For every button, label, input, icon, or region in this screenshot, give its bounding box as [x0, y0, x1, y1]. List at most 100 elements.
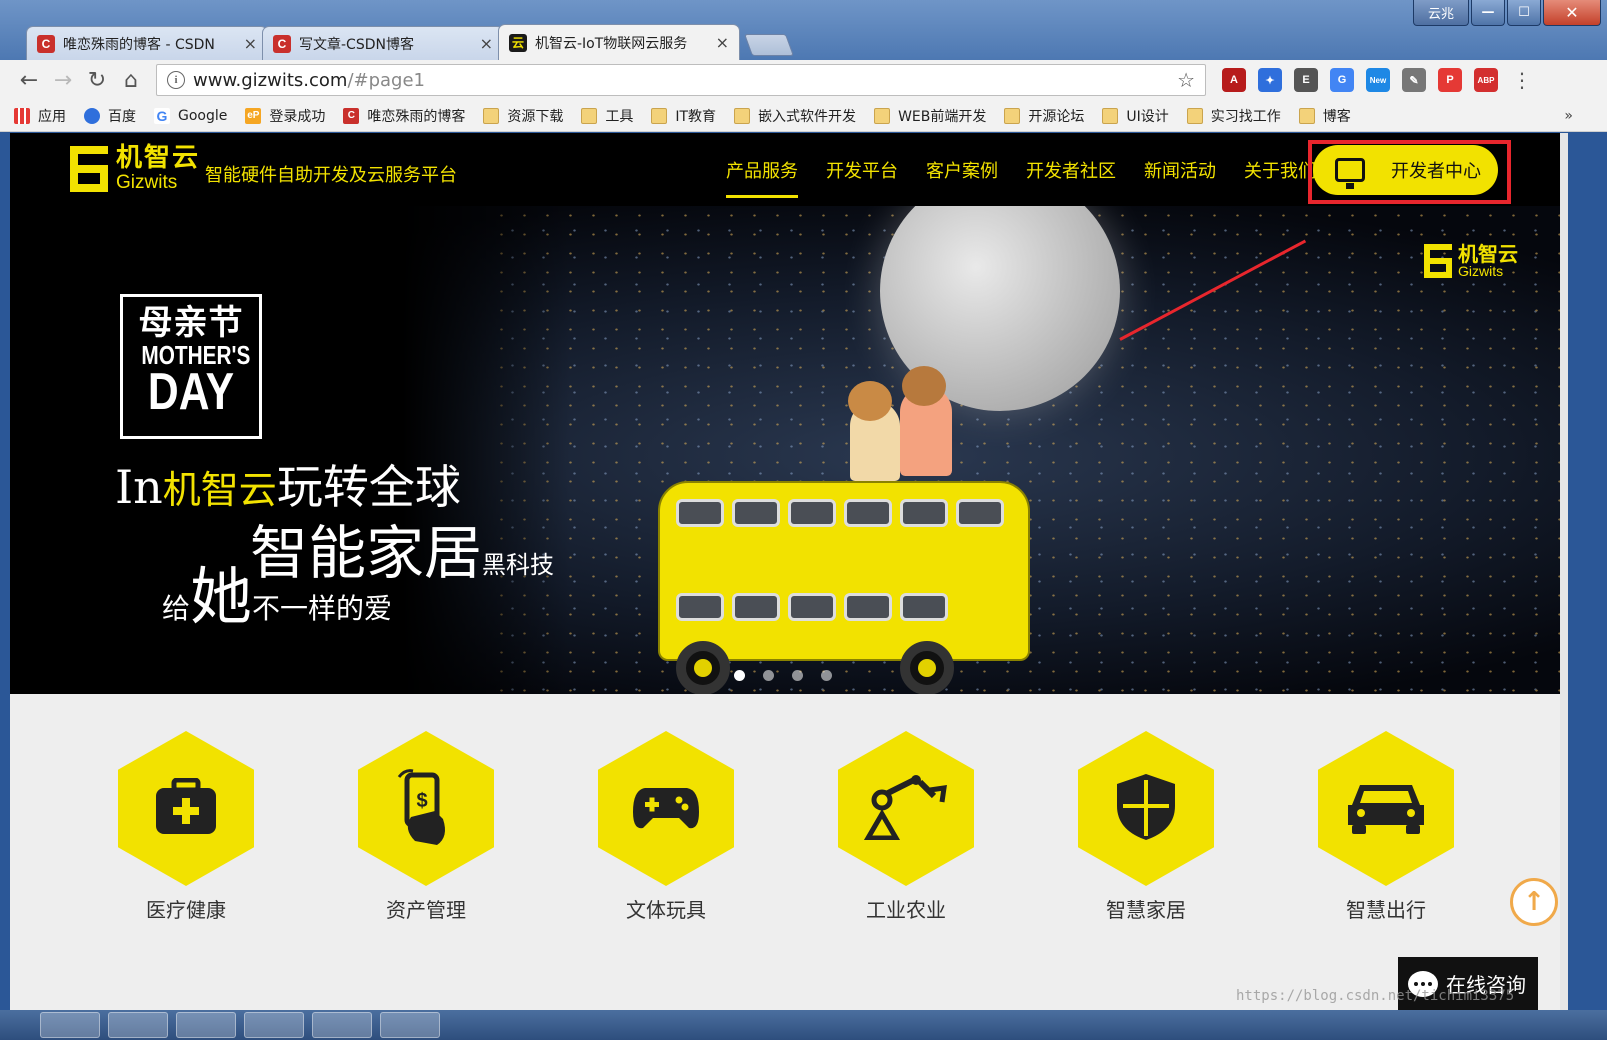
translate-icon[interactable]: G: [1330, 68, 1354, 92]
main-nav: 产品服务 开发平台 客户案例 开发者社区 新闻活动 关于我们: [726, 157, 1344, 201]
gizwits-logo[interactable]: 机智云 Gizwits: [70, 145, 200, 192]
folder-icon: [1102, 107, 1119, 124]
tab-title: 唯恋殊雨的博客 - CSDN: [63, 36, 215, 53]
back-to-top-button[interactable]: ↑: [1510, 878, 1558, 926]
gamepad-icon: [631, 782, 701, 836]
pdf-extension-icon[interactable]: A: [1222, 68, 1246, 92]
tab-csdn-blog[interactable]: C 唯恋殊雨的博客 - CSDN ×: [26, 26, 268, 60]
industry-hexagon[interactable]: [118, 731, 254, 886]
bookmark-item[interactable]: 开源论坛: [1004, 106, 1084, 126]
logo-en-text: Gizwits: [116, 172, 178, 193]
industry-hexagon[interactable]: [1318, 731, 1454, 886]
taskbar-item[interactable]: [108, 1012, 168, 1038]
bookmark-star-icon[interactable]: ☆: [1177, 68, 1195, 92]
tab-close-icon[interactable]: ×: [244, 34, 257, 53]
os-taskbar: [0, 1010, 1607, 1040]
taskbar-item[interactable]: [312, 1012, 372, 1038]
bookmark-item[interactable]: eP 登录成功: [245, 106, 325, 126]
nav-dev-platform[interactable]: 开发平台: [826, 157, 898, 201]
new-tab-button[interactable]: [743, 34, 795, 56]
nav-community[interactable]: 开发者社区: [1026, 157, 1116, 201]
apps-icon: [14, 107, 30, 124]
pocket-icon[interactable]: P: [1438, 68, 1462, 92]
industry-label: 文体玩具: [626, 898, 706, 922]
bookmark-label: IT教育: [675, 108, 717, 125]
nav-news[interactable]: 新闻活动: [1144, 157, 1216, 201]
bookmark-item[interactable]: 嵌入式软件开发: [734, 106, 856, 126]
industry-label: 工业农业: [866, 898, 946, 922]
taskbar-item[interactable]: [40, 1012, 100, 1038]
nav-about[interactable]: 关于我们: [1244, 157, 1316, 201]
site-info-icon[interactable]: i: [167, 71, 185, 89]
bookmark-item[interactable]: 博客: [1298, 106, 1351, 126]
eyedropper-icon[interactable]: ✎: [1402, 68, 1426, 92]
address-bar[interactable]: i www.gizwits.com /#page1 ☆: [156, 64, 1206, 96]
tab-gizwits[interactable]: 云 机智云-IoT物联网云服务 ×: [498, 24, 740, 60]
carousel-dot[interactable]: [734, 670, 745, 681]
bookmark-label: Google: [178, 107, 228, 124]
bookmark-item[interactable]: 工具: [581, 106, 633, 126]
industry-label: 医疗健康: [146, 898, 226, 922]
adblock-plus-icon[interactable]: ABP: [1474, 68, 1498, 92]
minimize-button[interactable]: —: [1471, 0, 1505, 26]
baidu-paw-icon[interactable]: ✦: [1258, 68, 1282, 92]
industry-item[interactable]: 工业农业: [838, 731, 974, 923]
bookmark-item[interactable]: 百度: [84, 106, 136, 126]
forward-button[interactable]: →: [46, 65, 80, 95]
page-scrollbar[interactable]: [1560, 133, 1568, 1010]
industry-label: 资产管理: [386, 898, 466, 922]
car-icon: [1346, 779, 1426, 839]
carousel-dots: [734, 670, 832, 681]
industry-hexagon[interactable]: [598, 731, 734, 886]
bookmark-label: 百度: [108, 108, 136, 125]
folder-icon: [581, 107, 598, 124]
nav-products[interactable]: 产品服务: [726, 157, 798, 201]
industry-item[interactable]: 智慧家居: [1078, 731, 1214, 923]
profile-button[interactable]: 云兆: [1413, 0, 1469, 26]
back-button[interactable]: ←: [12, 65, 46, 95]
nav-cases[interactable]: 客户案例: [926, 157, 998, 201]
bookmark-item[interactable]: WEB前端开发: [874, 106, 986, 126]
reload-button[interactable]: ↻: [80, 65, 114, 95]
taskbar-item[interactable]: [380, 1012, 440, 1038]
new-extension-icon[interactable]: New: [1366, 68, 1390, 92]
taskbar-item[interactable]: [176, 1012, 236, 1038]
evernote-icon[interactable]: E: [1294, 68, 1318, 92]
tab-close-icon[interactable]: ×: [480, 34, 493, 53]
tab-close-icon[interactable]: ×: [716, 33, 729, 52]
industry-item[interactable]: $ 资产管理: [358, 731, 494, 923]
banner-logo-cn: 机智云: [1458, 242, 1518, 266]
browser-menu-icon[interactable]: ⋮: [1512, 68, 1532, 92]
industry-item[interactable]: 医疗健康: [118, 731, 254, 923]
mothers-day-cn: 母亲节: [138, 303, 244, 343]
annotation-highlight-box: [1308, 140, 1511, 204]
maximize-button[interactable]: ☐: [1507, 0, 1541, 26]
industry-hexagon[interactable]: [838, 731, 974, 886]
svg-text:$: $: [416, 790, 427, 812]
bookmark-item[interactable]: 资源下载: [483, 106, 563, 126]
folder-icon: [1298, 107, 1315, 124]
close-window-button[interactable]: ✕: [1543, 0, 1601, 26]
bookmark-item[interactable]: 实习找工作: [1186, 106, 1281, 126]
bookmark-item[interactable]: C 唯恋殊雨的博客: [343, 106, 465, 126]
carousel-dot[interactable]: [792, 670, 803, 681]
banner-logo: 机智云 Gizwits: [1424, 244, 1518, 278]
carousel-dot[interactable]: [821, 670, 832, 681]
bookmark-label: 应用: [38, 108, 66, 125]
bookmark-item[interactable]: UI设计: [1102, 106, 1169, 126]
mothers-day-en2: DAY: [147, 363, 235, 422]
carousel-dot[interactable]: [763, 670, 774, 681]
bookmarks-overflow-icon[interactable]: »: [1564, 108, 1573, 124]
bookmark-item[interactable]: G Google: [154, 107, 228, 124]
tab-write-article[interactable]: C 写文章-CSDN博客 ×: [262, 26, 504, 60]
bookmark-label: 登录成功: [269, 108, 326, 125]
industry-hexagon[interactable]: $: [358, 731, 494, 886]
industry-item[interactable]: 文体玩具: [598, 731, 734, 923]
home-button[interactable]: ⌂: [114, 65, 148, 95]
bookmark-item[interactable]: IT教育: [651, 106, 716, 126]
industry-item[interactable]: 智慧出行: [1318, 731, 1454, 923]
bookmark-item[interactable]: 应用: [14, 106, 66, 126]
hero-banner[interactable]: 机智云 Gizwits 母亲节 MOTHER'S DAY In机智云玩转全球 智…: [10, 206, 1560, 694]
taskbar-item[interactable]: [244, 1012, 304, 1038]
industry-hexagon[interactable]: [1078, 731, 1214, 886]
